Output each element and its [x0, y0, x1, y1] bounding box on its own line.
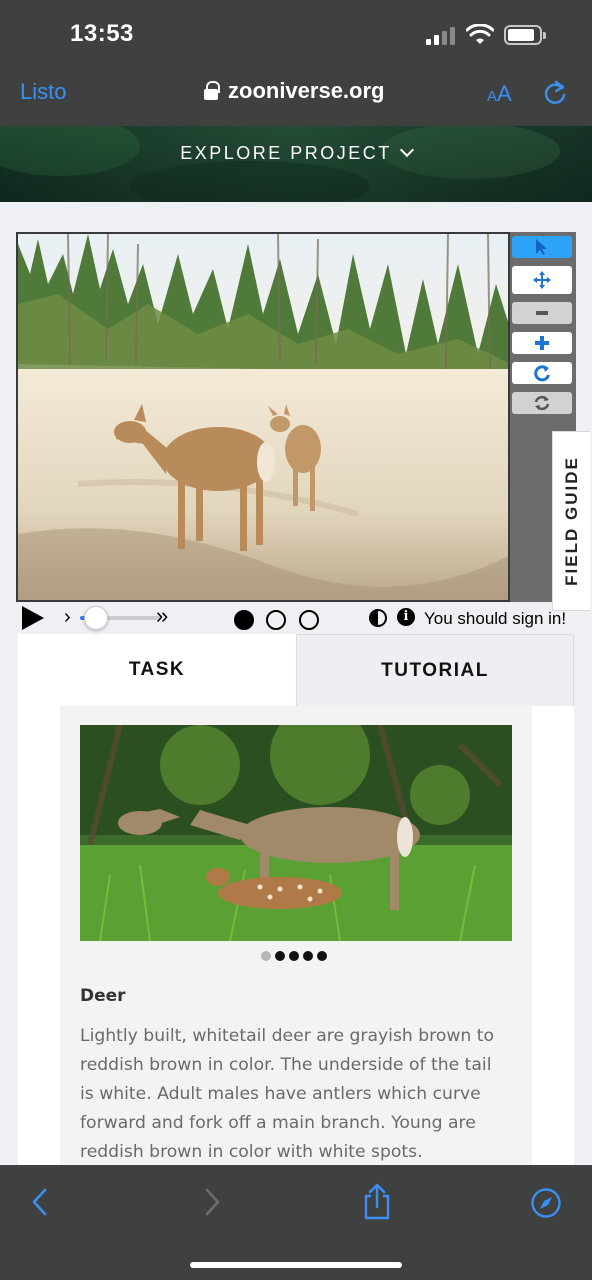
photo-pager — [261, 951, 327, 961]
zoom-out-button[interactable] — [512, 302, 572, 324]
move-icon — [533, 271, 551, 289]
reload-icon[interactable] — [542, 80, 568, 106]
status-time: 13:53 — [70, 20, 134, 47]
text-size-button[interactable]: AA — [487, 81, 512, 107]
step-forward-icon[interactable]: › — [64, 606, 71, 629]
zoom-out-icon — [536, 311, 548, 315]
animal-description: Lightly built, whitetail deer are grayis… — [80, 1026, 495, 1162]
rotate-icon — [534, 365, 550, 382]
pager-dot-3[interactable] — [289, 951, 299, 961]
deer-camera-photo — [18, 234, 508, 600]
field-guide-deer-photo — [80, 725, 512, 941]
info-icon[interactable]: i — [397, 608, 415, 626]
project-banner — [0, 126, 592, 202]
pager-dot-5[interactable] — [317, 951, 327, 961]
wifi-icon — [466, 24, 494, 44]
play-icon[interactable] — [22, 606, 44, 630]
animal-name: Deer — [80, 986, 126, 1006]
pointer-icon — [536, 239, 547, 255]
playback-controls: › » i You should sign in! — [16, 602, 576, 634]
frame-dot-3[interactable] — [299, 610, 319, 630]
subject-image[interactable] — [16, 232, 510, 602]
field-guide-label: FIELD GUIDE — [561, 456, 581, 586]
zoom-in-icon — [535, 336, 549, 350]
tab-tutorial[interactable]: TUTORIAL — [296, 634, 574, 706]
frame-dot-1[interactable] — [234, 610, 254, 630]
pointer-tool-button[interactable] — [512, 236, 572, 258]
home-indicator[interactable] — [190, 1262, 402, 1268]
playback-slider-thumb[interactable] — [84, 606, 108, 630]
address-bar[interactable]: zooniverse.org — [228, 78, 384, 104]
explore-project-menu[interactable]: EXPLORE PROJECT — [0, 142, 592, 164]
explore-project-label: EXPLORE PROJECT — [180, 143, 392, 163]
sign-in-message[interactable]: You should sign in! — [424, 609, 566, 629]
field-guide-tab[interactable]: FIELD GUIDE — [552, 431, 590, 611]
deer-and-fawn-photo — [80, 725, 512, 941]
lock-icon — [204, 81, 220, 100]
signal-icon — [426, 27, 458, 45]
pager-dot-1[interactable] — [261, 951, 271, 961]
forward-icon[interactable] — [202, 1187, 222, 1217]
compass-icon[interactable] — [530, 1187, 562, 1219]
text-size-small-label: A — [487, 88, 498, 105]
frame-dot-2[interactable] — [266, 610, 286, 630]
browser-chrome: 13:53 Listo zooniverse.org AA — [0, 0, 592, 126]
share-icon[interactable] — [362, 1183, 392, 1221]
done-button[interactable]: Listo — [20, 79, 66, 105]
text-size-large-label: A — [497, 81, 512, 106]
tab-task[interactable]: TASK — [18, 634, 296, 706]
zoom-in-button[interactable] — [512, 332, 572, 354]
rotate-button[interactable] — [512, 362, 572, 384]
back-icon[interactable] — [30, 1187, 50, 1217]
chevron-down-icon — [399, 142, 414, 158]
banner-foliage-image — [0, 126, 560, 202]
reset-icon — [534, 395, 550, 411]
invert-contrast-icon[interactable] — [369, 609, 387, 627]
battery-icon — [504, 25, 546, 45]
reset-button[interactable] — [512, 392, 572, 414]
task-tabs: TASK TUTORIAL — [18, 634, 574, 706]
pager-dot-2[interactable] — [275, 951, 285, 961]
move-tool-button[interactable] — [512, 266, 572, 294]
fast-forward-icon[interactable]: » — [156, 603, 168, 629]
pager-dot-4[interactable] — [303, 951, 313, 961]
